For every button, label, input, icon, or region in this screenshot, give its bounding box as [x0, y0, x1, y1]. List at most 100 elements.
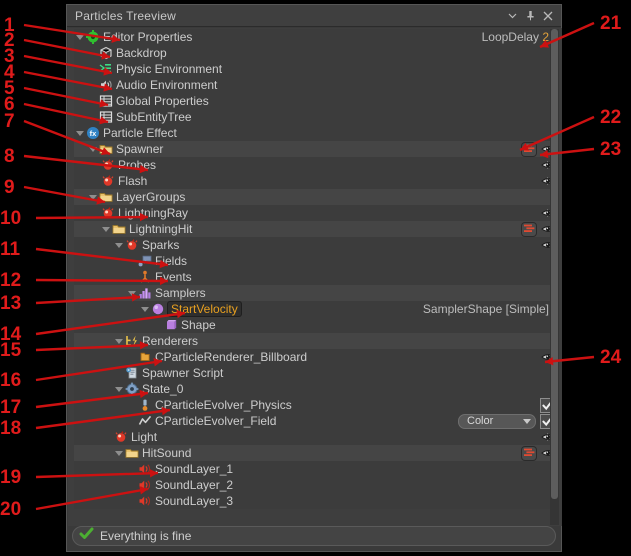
tree-row-events[interactable]: Events [74, 269, 555, 285]
tree-row-layergroups[interactable]: LayerGroups [74, 189, 555, 205]
tree-row-soundlayer-3[interactable]: SoundLayer_3 [74, 493, 555, 509]
tree-row-soundlayer-1[interactable]: SoundLayer_1 [74, 461, 555, 477]
annotation-number-15: 15 [0, 340, 22, 361]
tree-row-label: Backdrop [116, 46, 167, 60]
tree-row-controls: Color [458, 413, 555, 429]
tree-row-meta: SamplerShape [Simple] [423, 302, 555, 316]
tree-row-cparticlerenderer-billboard[interactable]: CParticleRenderer_Billboard [74, 349, 555, 365]
folder-icon [98, 190, 113, 204]
tree-row-label: Particle Effect [103, 126, 177, 140]
tree-row-shape[interactable]: Shape [74, 317, 555, 333]
tree-row-meta-value: 2 [542, 30, 549, 44]
chevron-down-icon[interactable] [113, 450, 124, 456]
annotation-number-8: 8 [4, 146, 15, 167]
events-icon [137, 270, 152, 284]
tree-row-cparticleevolver-physics[interactable]: CParticleEvolver_Physics [74, 397, 555, 413]
check-icon [79, 526, 94, 546]
tree-row-label: Shape [181, 318, 216, 332]
annotation-number-19: 19 [0, 467, 22, 488]
tree-row-startvelocity[interactable]: StartVelocity SamplerShape [Simple] [74, 301, 555, 317]
tree-row-editor-properties[interactable]: Editor Properties LoopDelay 2 [74, 29, 555, 45]
tree-row-fields[interactable]: Fields [74, 253, 555, 269]
tree-row-sparks[interactable]: Sparks [74, 237, 555, 253]
vertical-scrollbar-thumb[interactable] [551, 29, 558, 499]
tree-row-lightninghit[interactable]: LightningHit [74, 221, 555, 237]
tree-row-label: SoundLayer_1 [155, 462, 234, 476]
tree-viewport[interactable]: Editor Properties LoopDelay 2 Backdrop Phys… [68, 28, 562, 526]
tree-row-physic-environment[interactable]: Physic Environment [74, 61, 555, 77]
tree-row-hitsound[interactable]: HitSound [74, 445, 555, 461]
tree-row-cparticleevolver-field[interactable]: CParticleEvolver_Field Color [74, 413, 555, 429]
cube-purple-icon [163, 318, 178, 332]
renderers-icon [124, 334, 139, 348]
folder-small-icon [137, 350, 152, 364]
pin-icon[interactable] [521, 7, 539, 25]
tree-row-subentitytree[interactable]: SubEntityTree [74, 109, 555, 125]
tree-row-label: Sparks [142, 238, 180, 252]
chevron-down-icon[interactable] [87, 146, 98, 152]
tree-row-spawner[interactable]: Spawner [74, 141, 555, 157]
vertical-scrollbar[interactable] [550, 29, 559, 525]
field-icon [137, 254, 152, 268]
annotation-number-13: 13 [0, 293, 22, 314]
tree-row-label: Spawner [116, 142, 164, 156]
tree-row-global-properties[interactable]: Global Properties [74, 93, 555, 109]
tree-row-label: Renderers [142, 334, 199, 348]
tree-row-label: SoundLayer_2 [155, 478, 234, 492]
tree-row-label: Samplers [155, 286, 206, 300]
particles-treeview-panel: Particles Treeview Editor Properties Loop… [66, 4, 562, 552]
tree-row-state-0[interactable]: State_0 [74, 381, 555, 397]
tree-row-audio-environment[interactable]: Audio Environment [74, 77, 555, 93]
chevron-down-icon[interactable] [126, 290, 137, 296]
sound-red-icon [137, 478, 152, 492]
tree-row-particle-effect[interactable]: fx Particle Effect [74, 125, 555, 141]
tree-row-label: SoundLayer_3 [155, 494, 234, 508]
speaker-icon [98, 78, 113, 92]
fx-icon: fx [85, 126, 100, 140]
tree-row-renderers[interactable]: Renderers [74, 333, 555, 349]
chevron-down-icon[interactable] [87, 194, 98, 200]
tree-row-label: Light [131, 430, 158, 444]
chevron-down-icon[interactable] [503, 7, 521, 25]
tree-row-lightningray[interactable]: LightningRay [74, 205, 555, 221]
chevron-down-icon[interactable] [113, 242, 124, 248]
samplers-icon [137, 286, 152, 300]
chevron-down-icon[interactable] [113, 338, 124, 344]
close-icon[interactable] [539, 7, 557, 25]
chevron-down-icon[interactable] [74, 130, 85, 136]
chevron-down-icon[interactable] [139, 306, 150, 312]
tree-row-label: Spawner Script [142, 366, 224, 380]
annotation-number-20: 20 [0, 499, 22, 520]
tree-row-controls: SamplerShape [Simple] [423, 301, 555, 317]
tree-row-spawner-script[interactable]: Spawner Script [74, 365, 555, 381]
tree-row-label: Flash [118, 174, 148, 188]
grid-table-icon [98, 110, 113, 124]
gear-green-icon [85, 30, 100, 44]
tree-row-label: Events [155, 270, 192, 284]
annotation-number-22: 22 [600, 107, 622, 128]
panel-title: Particles Treeview [75, 8, 176, 23]
annotation-number-24: 24 [600, 347, 622, 368]
chevron-down-icon[interactable] [113, 386, 124, 392]
tree-row-label: LightningHit [129, 222, 193, 236]
tree-row-samplers[interactable]: Samplers [74, 285, 555, 301]
tree-row-backdrop[interactable]: Backdrop [74, 45, 555, 61]
color-mode-dropdown[interactable]: Color [458, 413, 536, 429]
layer-list-button[interactable] [522, 142, 536, 156]
svg-text:fx: fx [89, 129, 96, 138]
tree-row-light[interactable]: Light [74, 429, 555, 445]
chevron-down-icon[interactable] [100, 226, 111, 232]
tree-row-probes[interactable]: Probes [74, 157, 555, 173]
tree-row-soundlayer-2[interactable]: SoundLayer_2 [74, 477, 555, 493]
tree-row-label: StartVelocity [168, 302, 241, 316]
tree-row-label: SubEntityTree [116, 110, 192, 124]
sound-red-icon [137, 494, 152, 508]
tree-row-label: Probes [118, 158, 157, 172]
tree-row-label: CParticleEvolver_Field [155, 414, 277, 428]
tree-row-flash[interactable]: Flash [74, 173, 555, 189]
tree-root: Editor Properties LoopDelay 2 Backdrop Phys… [74, 29, 555, 509]
chevron-down-icon[interactable] [74, 34, 85, 40]
layer-list-button[interactable] [522, 222, 536, 236]
evolver-field-icon [137, 414, 152, 428]
layer-list-button[interactable] [522, 446, 536, 460]
